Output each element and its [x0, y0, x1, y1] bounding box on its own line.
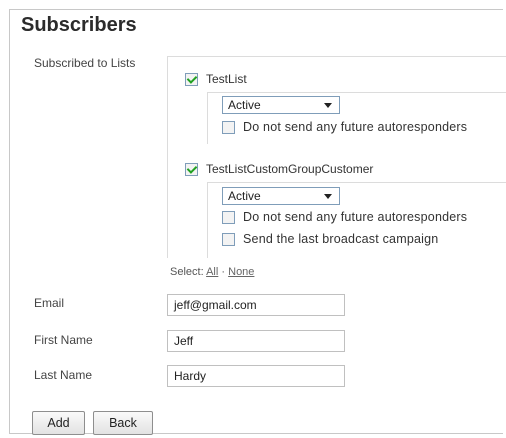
- option-label: Do not send any future autoresponders: [243, 210, 468, 224]
- status-select[interactable]: Active: [222, 96, 340, 114]
- select-none-link[interactable]: None: [228, 266, 254, 278]
- page-title: Subscribers: [21, 14, 137, 36]
- first-name-label: First Name: [34, 333, 93, 347]
- back-button[interactable]: Back: [93, 411, 153, 435]
- status-select-value: Active: [228, 98, 261, 112]
- option-checkbox[interactable]: [222, 120, 235, 134]
- email-field[interactable]: jeff@gmail.com: [167, 294, 345, 316]
- list-checkbox[interactable]: [185, 162, 198, 176]
- list-item-testlist[interactable]: TestList: [185, 72, 247, 86]
- option-send-last-broadcast[interactable]: Send the last broadcast campaign: [222, 232, 438, 246]
- option-checkbox[interactable]: [222, 232, 235, 246]
- select-all-link[interactable]: All: [206, 266, 218, 278]
- option-no-autoresponders[interactable]: Do not send any future autoresponders: [222, 120, 467, 134]
- status-select[interactable]: Active: [222, 187, 340, 205]
- status-select-value: Active: [228, 189, 261, 203]
- select-separator: ·: [221, 266, 226, 278]
- option-no-autoresponders[interactable]: Do not send any future autoresponders: [222, 210, 467, 224]
- option-label: Do not send any future autoresponders: [243, 120, 468, 134]
- chevron-down-icon: [324, 194, 332, 199]
- subscribed-lists-label: Subscribed to Lists: [34, 56, 136, 70]
- email-label: Email: [34, 296, 65, 310]
- list-name: TestList: [206, 72, 247, 86]
- select-links: Select: All · None: [170, 266, 254, 278]
- add-button[interactable]: Add: [32, 411, 85, 435]
- first-name-field[interactable]: Jeff: [167, 330, 345, 352]
- list-checkbox[interactable]: [185, 72, 198, 86]
- list-name: TestListCustomGroupCustomer: [206, 162, 374, 176]
- option-checkbox[interactable]: [222, 210, 235, 224]
- last-name-label: Last Name: [34, 368, 93, 382]
- list-item-testlistcustomgroupcustomer[interactable]: TestListCustomGroupCustomer: [185, 162, 373, 176]
- last-name-field[interactable]: Hardy: [167, 365, 345, 387]
- option-label: Send the last broadcast campaign: [243, 232, 439, 246]
- select-prefix: Select:: [170, 266, 204, 278]
- chevron-down-icon: [324, 103, 332, 108]
